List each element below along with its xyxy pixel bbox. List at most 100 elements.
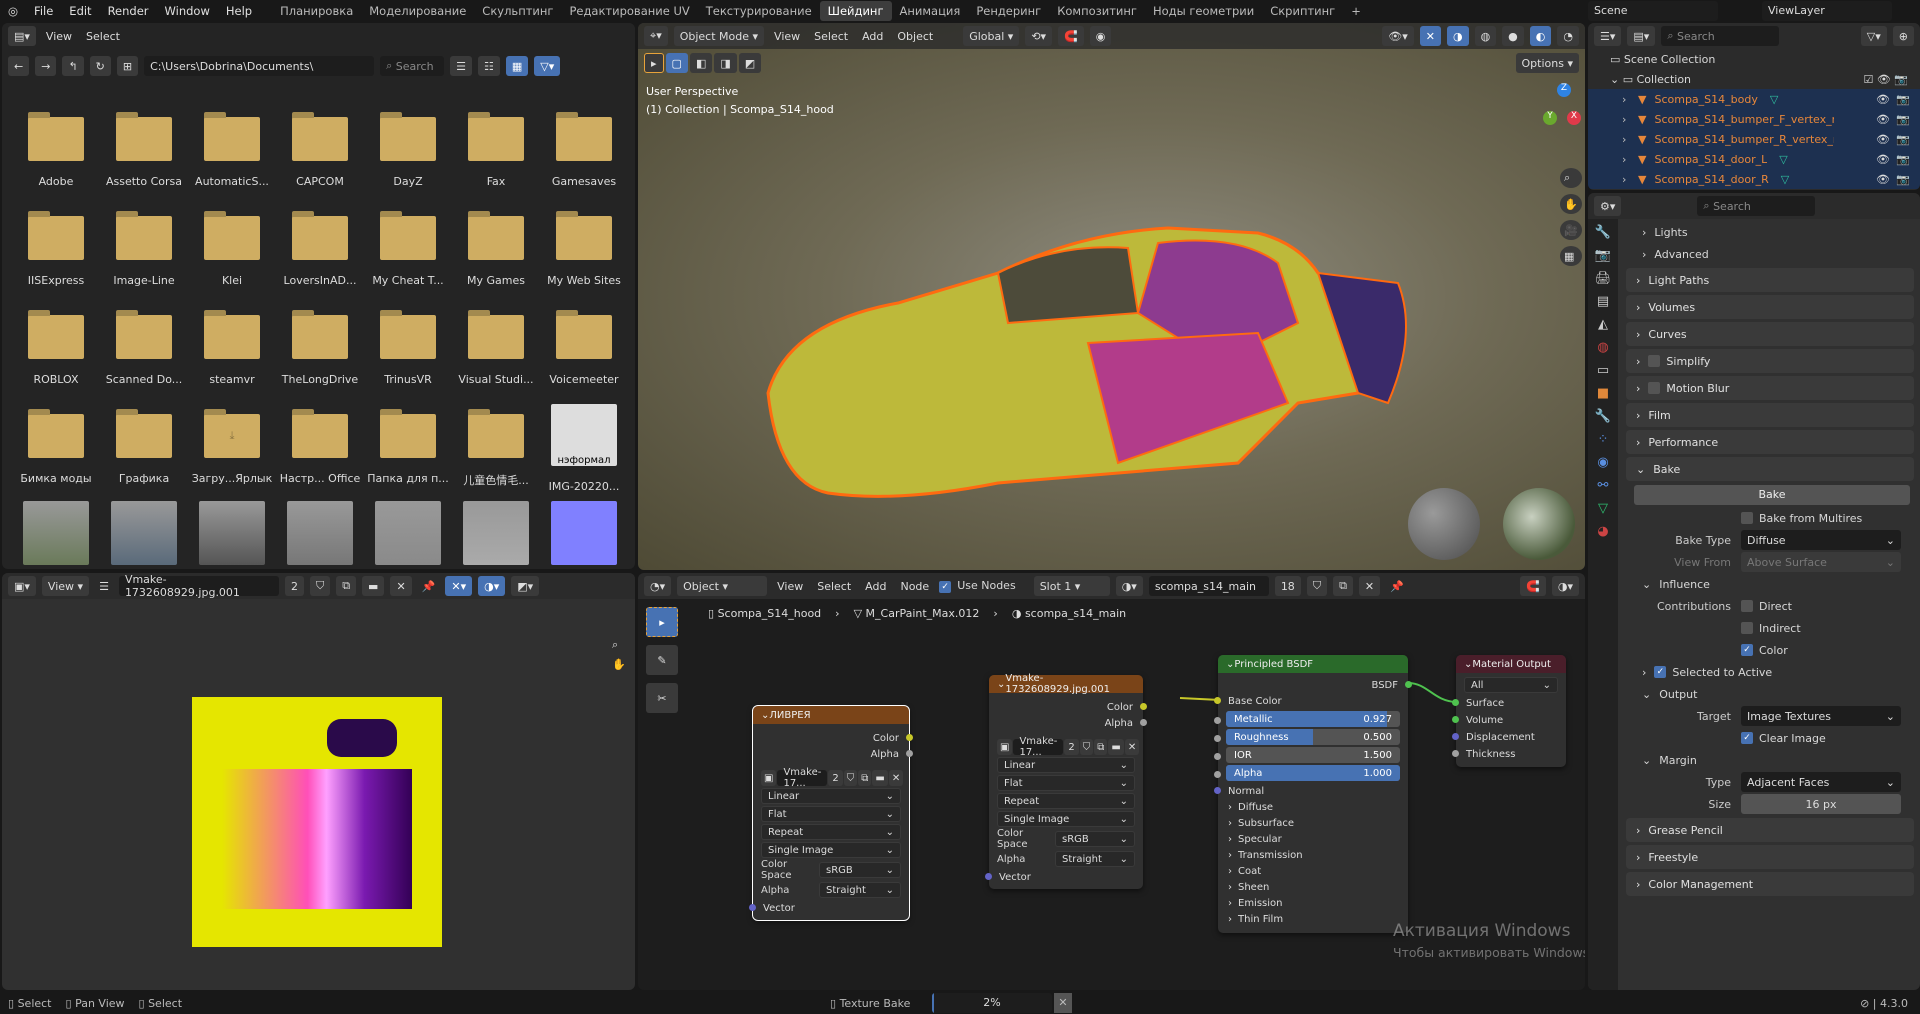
chevron-right-icon[interactable]: ›	[1622, 113, 1626, 126]
visibility-icon[interactable]: 👁▾	[1382, 26, 1414, 46]
scene-collection-row[interactable]: ▭ Scene Collection	[1588, 49, 1920, 69]
image-users-count[interactable]: 2	[828, 770, 843, 786]
blender-logo-icon[interactable]: ◎	[0, 4, 26, 18]
pivot-icon[interactable]: ⟲▾	[1025, 26, 1053, 46]
panel-header[interactable]: › Motion Blur	[1626, 376, 1914, 400]
visibility-icon[interactable]: 👁	[1876, 173, 1890, 186]
pan-hand-icon[interactable]: ✋	[1560, 194, 1582, 214]
back-icon[interactable]: ←	[8, 56, 30, 76]
shading-wireframe-icon[interactable]: ◍	[1474, 26, 1497, 46]
overlay-icon[interactable]: ◑	[1446, 26, 1469, 46]
menu-window[interactable]: Window	[157, 4, 218, 18]
bsdf-subpanel[interactable]: › Subsurface	[1218, 815, 1408, 831]
view-layer-icon[interactable]: ▤▾	[1627, 26, 1656, 46]
menu-edit[interactable]: Edit	[61, 4, 99, 18]
scene-icon[interactable]: ◭	[1598, 317, 1608, 332]
subpanel-header[interactable]: ⌄ Output	[1626, 683, 1920, 705]
panel-enable-checkbox[interactable]	[1648, 355, 1661, 367]
panel-header-bake[interactable]: ⌄ Bake	[1626, 457, 1914, 481]
node-dropdown[interactable]: sRGB ⌄	[1055, 831, 1135, 847]
new-collection-icon[interactable]: ⊕	[1892, 26, 1914, 46]
checkbox[interactable]	[1741, 512, 1753, 524]
menu-select[interactable]: Select	[810, 30, 852, 43]
node-dropdown[interactable]: Linear ⌄	[997, 757, 1135, 773]
file-item[interactable]	[188, 501, 276, 569]
node-dropdown[interactable]: Flat ⌄	[997, 775, 1135, 791]
socket[interactable]	[1140, 719, 1147, 726]
panel-header[interactable]: › Simplify	[1626, 349, 1914, 373]
visibility-icon[interactable]: 👁	[1876, 113, 1890, 126]
roughness-slider[interactable]: Roughness 0.500	[1226, 729, 1400, 745]
fake-user-icon[interactable]: ⛉	[843, 770, 858, 786]
file-item[interactable]: LoversInAD...	[276, 204, 364, 295]
file-item[interactable]: DayZ	[364, 105, 452, 196]
file-item[interactable]: ROBLOX	[12, 303, 100, 394]
image-datablock[interactable]: ▣ Vmake-17... 2 ⛉ ⧉ ▬ ✕	[997, 736, 1140, 758]
display-mode-icon[interactable]: ☰▾	[1594, 26, 1622, 46]
3d-viewport[interactable]: ⌖▾ Object Mode ▾ View Select Add Object …	[638, 23, 1585, 570]
image-users-count[interactable]: 2	[284, 576, 304, 596]
add-workspace-button[interactable]: +	[1343, 1, 1369, 21]
file-item[interactable]: Gamesaves	[540, 105, 628, 196]
checkbox[interactable]: ✓	[1741, 732, 1753, 744]
file-item[interactable]: Настр... Office	[276, 402, 364, 493]
physics-icon[interactable]: ◉	[1597, 455, 1608, 470]
shading-rendered-icon[interactable]: ◔	[1557, 26, 1579, 46]
properties-search-input[interactable]: ⌕ Search	[1697, 196, 1816, 216]
unlink-icon[interactable]: ✕	[888, 770, 904, 786]
shading-solid-icon[interactable]: ●	[1502, 26, 1524, 46]
perspective-grid-icon[interactable]: ▦	[1560, 246, 1582, 266]
dropdown[interactable]: Diffuse ⌄	[1741, 530, 1901, 550]
shader-node-editor[interactable]: ◔▾ Object ▾ View Select Add Node ✓ Use No…	[638, 573, 1585, 990]
image-editor[interactable]: ▣▾ View ▾ ☰ Vmake-1732608929.jpg.001 2 ⛉…	[2, 573, 635, 990]
panel-header[interactable]: › Freestyle	[1626, 845, 1914, 869]
node-dropdown[interactable]: Flat ⌄	[761, 806, 901, 822]
render-icon[interactable]: 📷	[1595, 248, 1611, 263]
forward-icon[interactable]: →	[35, 56, 57, 76]
socket[interactable]	[749, 904, 756, 911]
file-item[interactable]: 儿童色情毛...	[452, 402, 540, 493]
workspace-tab[interactable]: Моделирование	[361, 1, 474, 21]
open-image-icon[interactable]: ▬	[1108, 739, 1124, 755]
filter-icon[interactable]: ▽▾	[534, 56, 561, 76]
menu-file[interactable]: File	[26, 4, 61, 18]
visibility-icon[interactable]: 👁	[1876, 133, 1890, 146]
select-invert-icon[interactable]: ◩	[738, 53, 762, 73]
new-image-icon[interactable]: ⧉	[858, 770, 872, 786]
image-datablock[interactable]: ▣ Vmake-17... 2 ⛉ ⧉ ▬ ✕	[761, 767, 904, 789]
tool-icon[interactable]: 🔧	[1595, 225, 1611, 240]
visibility-icon[interactable]: 👁	[1876, 153, 1890, 166]
material-output-node[interactable]: ⌄ Material Output All ⌄ Surface Volume Displa…	[1452, 655, 1566, 767]
socket[interactable]	[1214, 717, 1221, 724]
display-vertical-list-icon[interactable]: ☰	[450, 56, 472, 76]
node-header[interactable]: ⌄ Principled BSDF	[1218, 655, 1408, 673]
render-camera-icon[interactable]: 📷	[1896, 173, 1910, 186]
socket[interactable]	[1452, 699, 1459, 706]
file-item[interactable]: Бимка моды	[12, 402, 100, 493]
new-folder-icon[interactable]: ⊞	[116, 56, 139, 76]
world-icon[interactable]: ◍	[1597, 340, 1608, 355]
file-item[interactable]: Image-Line	[100, 204, 188, 295]
file-item[interactable]: My Web Sites	[540, 204, 628, 295]
file-item[interactable]	[540, 501, 628, 569]
workspace-tab[interactable]: Текстурирование	[698, 1, 820, 21]
file-item[interactable]: Voicemeeter	[540, 303, 628, 394]
subpanel-header[interactable]: › ✓ Selected to Active	[1626, 661, 1920, 683]
display-horizontal-list-icon[interactable]: ☷	[477, 56, 500, 76]
scene-selector[interactable]: Scene	[1588, 0, 1718, 21]
subpanel-header[interactable]: ⌄ Influence	[1626, 573, 1920, 595]
file-item[interactable]: нэформал IMG-20220...	[540, 402, 628, 493]
render-camera-icon[interactable]: 📷	[1896, 133, 1910, 146]
material-icon[interactable]: ◕	[1597, 524, 1608, 539]
image-browse-icon[interactable]: ▣	[761, 770, 777, 786]
bsdf-subpanel[interactable]: › Diffuse	[1218, 799, 1408, 815]
output-icon[interactable]: 🖨	[1595, 271, 1612, 286]
menu-object[interactable]: Object	[893, 30, 937, 43]
fake-user-icon[interactable]: ⛉	[1079, 739, 1094, 755]
dropdown[interactable]: Above Surface ⌄	[1741, 552, 1901, 572]
node-dropdown[interactable]: Straight ⌄	[819, 882, 901, 898]
collection-row[interactable]: ⌄ ▭ Collection ☑ 👁 📷	[1588, 69, 1920, 89]
bsdf-subpanel[interactable]: › Specular	[1218, 831, 1408, 847]
image-selector[interactable]: Vmake-1732608929.jpg.001	[118, 573, 279, 599]
file-item[interactable]: CAPCOM	[276, 105, 364, 196]
